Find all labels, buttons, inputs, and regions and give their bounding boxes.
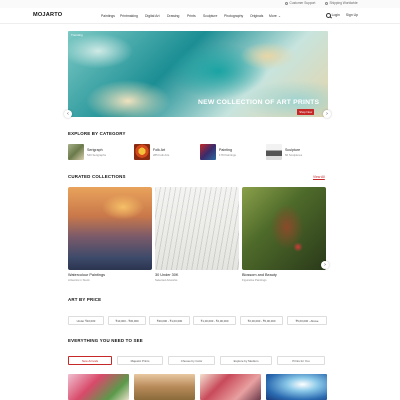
collection-subtitle: Selected Artworks xyxy=(155,278,178,282)
nav-printmaking[interactable]: Printmaking xyxy=(120,14,138,18)
artwork-thumbnail[interactable] xyxy=(134,374,195,400)
category-thumbnail xyxy=(200,144,216,160)
price-pill[interactable]: ₹5,00,000 - Above xyxy=(287,316,327,325)
category-serigraph[interactable]: Serigraph 540 Serigraphs xyxy=(68,144,106,160)
category-name: Serigraph xyxy=(87,147,103,152)
category-sculpture[interactable]: Sculpture 66 Sculptures xyxy=(266,144,302,160)
collection-name: Blossom and Beauty xyxy=(242,273,277,277)
category-count: 66 Sculptures xyxy=(285,152,303,157)
category-thumbnail xyxy=(68,144,84,160)
shipping-link[interactable]: Shipping Worldwide xyxy=(325,1,358,5)
nav-paintings[interactable]: Paintings xyxy=(101,14,115,18)
nav-prints[interactable]: Prints xyxy=(187,14,196,18)
nav-sculpture[interactable]: Sculpture xyxy=(203,14,217,18)
search-icon[interactable] xyxy=(326,13,331,18)
collection-card-30-under-30k[interactable]: 30 Under 30K Selected Artworks xyxy=(155,187,239,282)
category-name: Sculpture xyxy=(285,147,301,152)
collection-image xyxy=(242,187,326,270)
price-pill[interactable]: ₹30,000 - ₹1,00,000 xyxy=(149,316,190,325)
collection-name: Watercolour Paintings xyxy=(68,273,106,277)
headset-icon xyxy=(285,1,288,5)
hero-next-arrow-icon[interactable]: › xyxy=(323,110,331,118)
everything-heading: EVERYTHING YOU NEED TO SEE xyxy=(68,338,143,343)
category-thumbnail xyxy=(134,144,150,160)
price-pill[interactable]: ₹1,00,000 - ₹2,00,000 xyxy=(193,316,236,325)
nav-photography[interactable]: Photography xyxy=(224,14,243,18)
collections-heading: CURATED COLLECTIONS xyxy=(68,174,126,179)
collections-next-arrow-icon[interactable]: › xyxy=(321,261,329,269)
customer-support-label: Customer Support xyxy=(289,1,316,5)
category-count: 285 Folk Arts xyxy=(153,152,170,157)
artwork-thumbnail[interactable] xyxy=(200,374,261,400)
collection-image xyxy=(155,187,239,270)
category-folk-art[interactable]: Folk Art 285 Folk Arts xyxy=(134,144,169,160)
hero-title: NEW COLLECTION OF ART PRINTS xyxy=(198,99,320,106)
collection-card-blossom[interactable]: Blossom and Beauty Figurative Paintings xyxy=(242,187,326,282)
collection-subtitle: Artworks in Stock xyxy=(68,278,90,282)
category-count: 540 Serigraphs xyxy=(87,152,106,157)
collection-subtitle: Figurative Paintings xyxy=(242,278,267,282)
collection-image xyxy=(68,187,152,270)
logo-text: MOJARTO xyxy=(33,12,63,18)
category-painting[interactable]: Painting 178 Paintings xyxy=(200,144,236,160)
price-pill[interactable]: Under ₹10,000 xyxy=(68,316,104,325)
hero-tag: Trending xyxy=(71,33,83,37)
hero-banner[interactable]: Trending NEW COLLECTION OF ART PRINTS Sh… xyxy=(68,31,328,117)
tab-choose-by-color[interactable]: Choose by Color xyxy=(168,356,215,365)
collection-card-watercolour[interactable]: Watercolour Paintings Artworks in Stock xyxy=(68,187,152,282)
top-utility-bar: Customer Support Shipping Worldwide xyxy=(0,0,400,8)
collections-view-all-link[interactable]: View All xyxy=(313,175,325,179)
tab-explore-by-medium[interactable]: Explore by Medium xyxy=(220,356,272,365)
price-pill[interactable]: ₹10,000 - ₹30,000 xyxy=(108,316,146,325)
collection-name: 30 Under 30K xyxy=(155,273,179,277)
truck-icon xyxy=(325,1,328,5)
category-name: Folk Art xyxy=(153,147,166,152)
signup-link[interactable]: Sign Up xyxy=(346,13,358,17)
hero-shop-button[interactable]: Shop Now xyxy=(297,109,315,115)
login-link[interactable]: Login xyxy=(332,13,340,17)
price-pill[interactable]: ₹2,00,000 - ₹5,00,000 xyxy=(240,316,283,325)
shipping-label: Shipping Worldwide xyxy=(329,1,358,5)
main-header: MOJARTO Paintings Printmaking Digital Ar… xyxy=(0,8,400,24)
category-count: 178 Paintings xyxy=(219,152,236,157)
tab-prints-for-you[interactable]: Prints for You xyxy=(277,356,325,365)
category-name: Painting xyxy=(219,147,232,152)
customer-support-link[interactable]: Customer Support xyxy=(285,1,315,5)
nav-more[interactable]: More xyxy=(269,14,277,18)
site-logo[interactable]: MOJARTO xyxy=(33,12,62,18)
nav-originals[interactable]: Originals xyxy=(250,14,263,18)
nav-digital-art[interactable]: Digital Art xyxy=(145,14,160,18)
artwork-thumbnail[interactable] xyxy=(266,374,327,400)
categories-heading: EXPLORE BY CATEGORY xyxy=(68,131,126,136)
chevron-down-icon: ⌄ xyxy=(278,13,281,18)
nav-drawing[interactable]: Drawing xyxy=(167,14,179,18)
tab-majestic-prints[interactable]: Majestic Prints xyxy=(117,356,163,365)
auth-links: Login Sign Up xyxy=(332,13,358,17)
category-thumbnail xyxy=(266,144,282,160)
hero-prev-arrow-icon[interactable]: ‹ xyxy=(64,110,72,118)
artwork-thumbnail[interactable] xyxy=(68,374,129,400)
tab-new-arrivals[interactable]: New Arrivals xyxy=(68,356,112,365)
price-heading: ART BY PRICE xyxy=(68,297,102,302)
